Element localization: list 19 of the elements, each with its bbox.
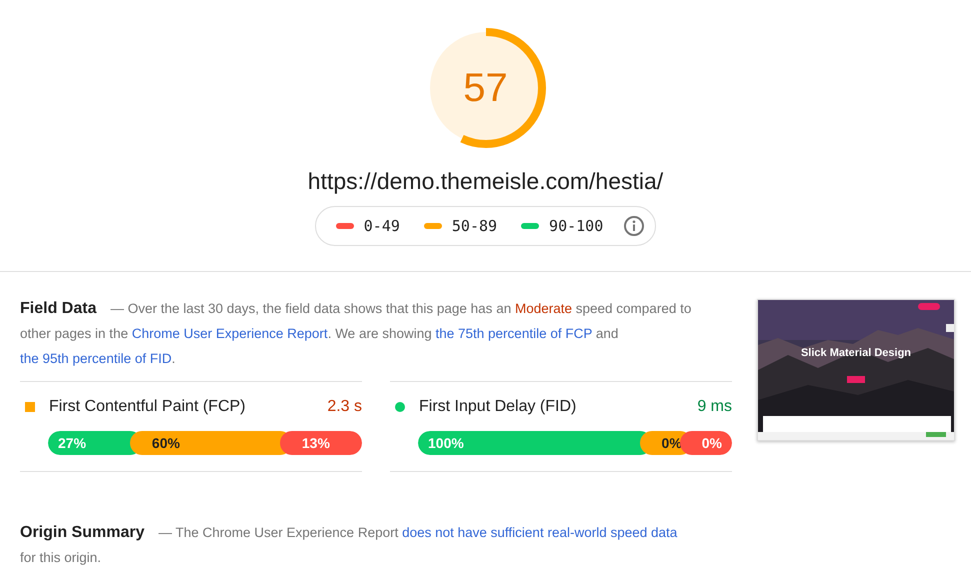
legend-range: 0-49: [364, 217, 400, 235]
metric-value: 2.3 s: [327, 398, 362, 416]
metric-name: First Input Delay (FID): [419, 398, 578, 416]
link[interactable]: the 75th percentile of FCP: [436, 326, 592, 341]
info-icon[interactable]: [623, 215, 646, 237]
page-url: https://demo.themeisle.com/hestia/: [308, 168, 664, 195]
bar-segment: 0%: [680, 431, 732, 455]
score-value: 57: [463, 66, 508, 110]
legend-range: 90-100: [549, 217, 604, 235]
link[interactable]: Chrome User Experience Report: [132, 326, 328, 341]
legend-range: 50-89: [452, 217, 498, 235]
metric-name: First Contentful Paint (FCP): [49, 398, 246, 416]
bar-segment: 13%: [280, 431, 362, 455]
metric-value: 9 ms: [697, 398, 732, 416]
link[interactable]: does not have sufficient real-world speed data: [402, 525, 678, 540]
screenshot-headline: Slick Material Design: [800, 347, 912, 359]
section-description: Origin Summary — The Chrome User Experience Report does not have sufficient real-world speed data for this origin.: [20, 523, 678, 567]
link[interactable]: the 95th percentile of FID: [20, 351, 172, 366]
section-description: Field Data — Over the last 30 days, the field data shows that this page has an Moderate speed compared to other pages in the Chrome User Experience Report. We are showing the 75th percentile of FCP and the 95th percentile of FID.: [20, 299, 692, 368]
